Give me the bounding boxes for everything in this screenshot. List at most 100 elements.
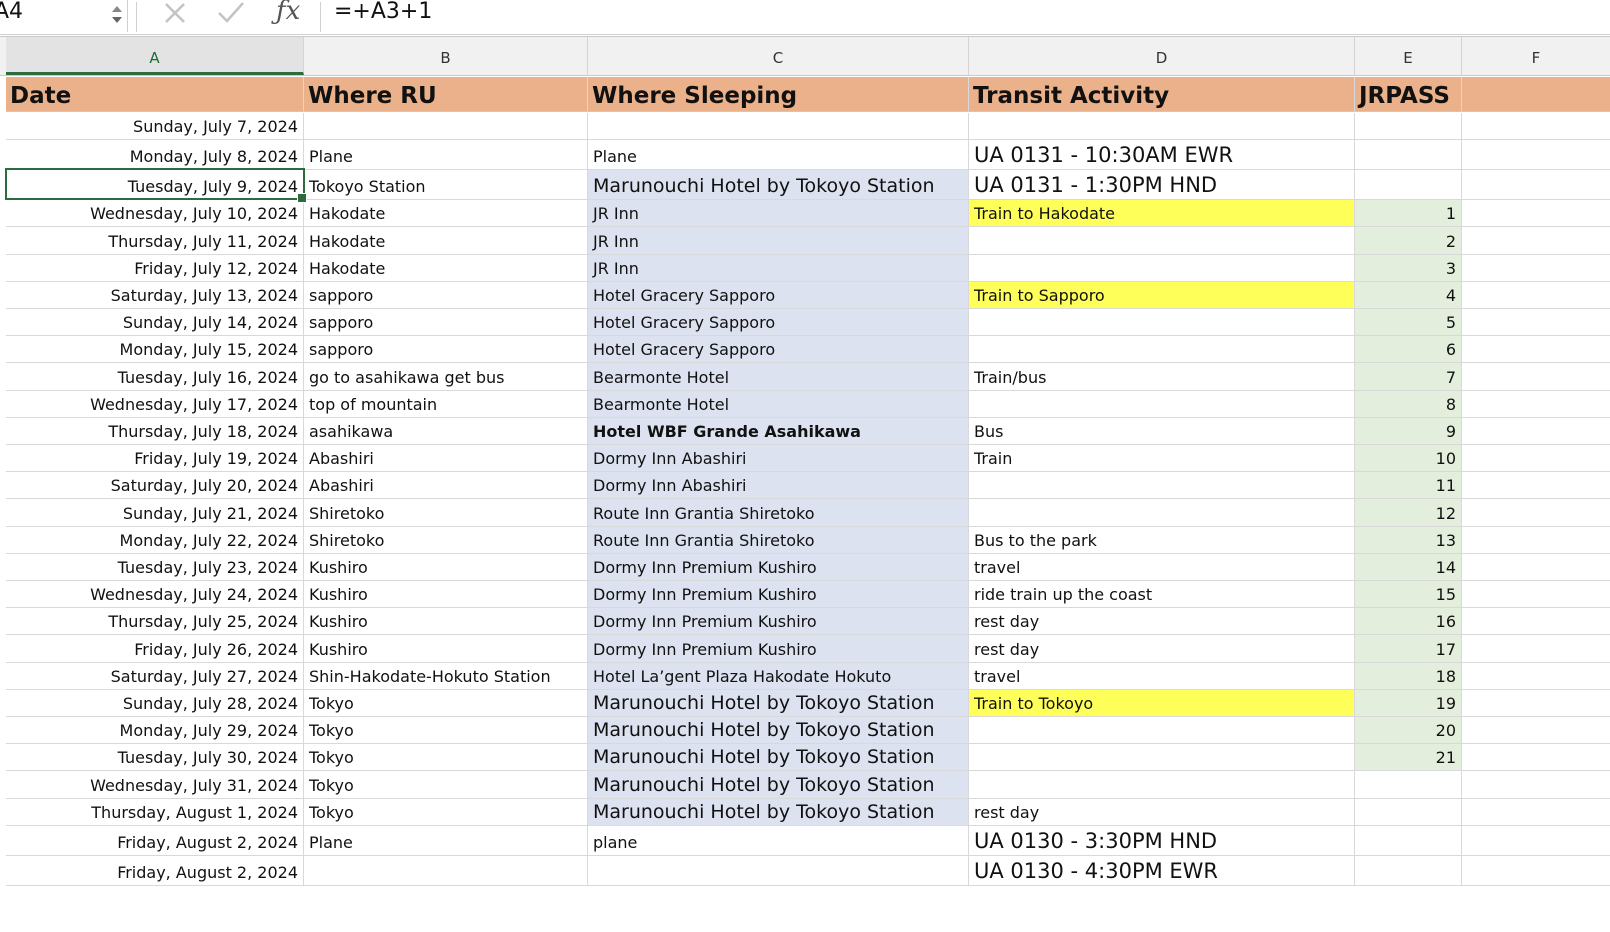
- cell-a[interactable]: Friday, July 12, 2024: [6, 254, 304, 282]
- cell-c[interactable]: Dormy Inn Premium Kushiro: [588, 553, 969, 581]
- cell-a[interactable]: Saturday, July 27, 2024: [6, 662, 304, 690]
- cell-e[interactable]: [1355, 140, 1462, 171]
- cell-f[interactable]: [1462, 418, 1610, 445]
- cell-a[interactable]: Wednesday, July 17, 2024: [6, 390, 304, 418]
- cell-c[interactable]: Dormy Inn Premium Kushiro: [588, 635, 969, 663]
- cell-b[interactable]: Abashiri: [304, 445, 588, 473]
- cell-e[interactable]: 4: [1355, 281, 1462, 309]
- cell-d[interactable]: UA 0130 - 4:30PM EWR: [969, 855, 1355, 886]
- cell-d[interactable]: [969, 744, 1355, 772]
- cell-b[interactable]: [304, 113, 588, 141]
- cell-d[interactable]: [969, 390, 1355, 418]
- cell-f[interactable]: [1462, 200, 1610, 228]
- cell-e[interactable]: 16: [1355, 608, 1462, 636]
- cell-a[interactable]: Sunday, July 28, 2024: [6, 689, 304, 717]
- cell-f[interactable]: [1462, 799, 1610, 826]
- cell-b[interactable]: Kushiro: [304, 581, 588, 609]
- cell-f[interactable]: [1462, 635, 1610, 663]
- cell-d[interactable]: rest day: [969, 608, 1355, 636]
- cell-f[interactable]: [1462, 717, 1610, 745]
- cell-e[interactable]: 1: [1355, 200, 1462, 228]
- cell-a[interactable]: Tuesday, July 23, 2024: [6, 553, 304, 581]
- cell-c[interactable]: Hotel Gracery Sapporo: [588, 309, 969, 337]
- cell-c[interactable]: [588, 113, 969, 141]
- cell-d[interactable]: UA 0130 - 3:30PM HND: [969, 825, 1355, 856]
- cell-f[interactable]: [1462, 227, 1610, 255]
- cell-f[interactable]: [1462, 336, 1610, 364]
- cell-b[interactable]: Shiretoko: [304, 526, 588, 554]
- cell-b[interactable]: Kushiro: [304, 608, 588, 636]
- cell-d[interactable]: rest day: [969, 798, 1355, 826]
- fill-handle[interactable]: [297, 193, 307, 203]
- cell-a[interactable]: Sunday, July 14, 2024: [6, 309, 304, 337]
- cell-f[interactable]: [1462, 445, 1610, 473]
- cell-d[interactable]: [969, 113, 1355, 141]
- cell-b[interactable]: Plane: [304, 140, 588, 171]
- cell-c[interactable]: Dormy Inn Abashiri: [588, 472, 969, 500]
- cell-f[interactable]: [1462, 499, 1610, 527]
- cell-a[interactable]: Tuesday, July 16, 2024: [6, 363, 304, 391]
- cell-d[interactable]: [969, 336, 1355, 364]
- cell-a[interactable]: Saturday, July 20, 2024: [6, 472, 304, 500]
- cell-a[interactable]: Friday, August 2, 2024: [6, 825, 304, 856]
- cell-c[interactable]: Dormy Inn Premium Kushiro: [588, 581, 969, 609]
- cell-f[interactable]: [1462, 663, 1610, 690]
- cell-a[interactable]: Monday, July 15, 2024: [6, 336, 304, 364]
- cell-c[interactable]: Hotel Gracery Sapporo: [588, 336, 969, 364]
- cell-a[interactable]: Thursday, August 1, 2024: [6, 798, 304, 826]
- cell-c[interactable]: Plane: [588, 140, 969, 171]
- cell-f[interactable]: [1462, 472, 1610, 500]
- cell-c[interactable]: [588, 855, 969, 886]
- cell-a[interactable]: Monday, July 8, 2024: [6, 140, 304, 171]
- cell-c[interactable]: JR Inn: [588, 254, 969, 282]
- cell-f[interactable]: [1462, 554, 1610, 581]
- cell-b[interactable]: Tokyo: [304, 771, 588, 799]
- header-cell-f[interactable]: [1462, 77, 1610, 112]
- cell-f[interactable]: [1462, 282, 1610, 309]
- cell-b[interactable]: Hakodate: [304, 200, 588, 228]
- cell-c[interactable]: Dormy Inn Premium Kushiro: [588, 608, 969, 636]
- cell-d[interactable]: [969, 717, 1355, 745]
- cell-d[interactable]: UA 0131 - 1:30PM HND: [969, 170, 1355, 201]
- cell-c[interactable]: Hotel WBF Grande Asahikawa: [588, 417, 969, 445]
- cell-f[interactable]: [1462, 771, 1610, 799]
- cell-e[interactable]: 2: [1355, 227, 1462, 255]
- cell-b[interactable]: sapporo: [304, 336, 588, 364]
- cell-b[interactable]: sapporo: [304, 309, 588, 337]
- cell-f[interactable]: [1462, 581, 1610, 609]
- cell-b[interactable]: Shin-Hakodate-Hokuto Station: [304, 662, 588, 690]
- cell-a[interactable]: Sunday, July 7, 2024: [6, 113, 304, 141]
- cell-c[interactable]: Route Inn Grantia Shiretoko: [588, 526, 969, 554]
- cell-c[interactable]: Marunouchi Hotel by Tokoyo Station: [588, 717, 969, 745]
- cell-e[interactable]: [1355, 170, 1462, 201]
- cell-b[interactable]: Hakodate: [304, 227, 588, 255]
- cell-c[interactable]: Marunouchi Hotel by Tokoyo Station: [588, 744, 969, 772]
- cell-c[interactable]: plane: [588, 825, 969, 856]
- cell-b[interactable]: [304, 855, 588, 886]
- cell-e[interactable]: [1355, 798, 1462, 826]
- cell-a[interactable]: Wednesday, July 24, 2024: [6, 581, 304, 609]
- cell-b[interactable]: top of mountain: [304, 390, 588, 418]
- cell-a[interactable]: Friday, August 2, 2024: [6, 855, 304, 886]
- cell-e[interactable]: 18: [1355, 662, 1462, 690]
- cell-b[interactable]: Kushiro: [304, 553, 588, 581]
- cell-a[interactable]: Saturday, July 13, 2024: [6, 281, 304, 309]
- cell-a[interactable]: Wednesday, July 10, 2024: [6, 200, 304, 228]
- cell-f[interactable]: [1462, 309, 1610, 337]
- cell-e[interactable]: 7: [1355, 363, 1462, 391]
- cell-d[interactable]: Bus: [969, 417, 1355, 445]
- cell-b[interactable]: Tokyo: [304, 798, 588, 826]
- cell-a[interactable]: Tuesday, July 9, 2024: [6, 170, 304, 201]
- cell-b[interactable]: Hakodate: [304, 254, 588, 282]
- cell-b[interactable]: Tokoyo Station: [304, 170, 588, 201]
- cell-f[interactable]: [1462, 608, 1610, 636]
- cell-d[interactable]: Bus to the park: [969, 526, 1355, 554]
- cell-f[interactable]: [1462, 527, 1610, 554]
- cell-c[interactable]: Bearmonte Hotel: [588, 390, 969, 418]
- cell-a[interactable]: Wednesday, July 31, 2024: [6, 771, 304, 799]
- cell-e[interactable]: [1355, 771, 1462, 799]
- cell-d[interactable]: Train to Hakodate: [969, 200, 1355, 228]
- cell-e[interactable]: 6: [1355, 336, 1462, 364]
- cell-e[interactable]: 15: [1355, 581, 1462, 609]
- cell-c[interactable]: Bearmonte Hotel: [588, 363, 969, 391]
